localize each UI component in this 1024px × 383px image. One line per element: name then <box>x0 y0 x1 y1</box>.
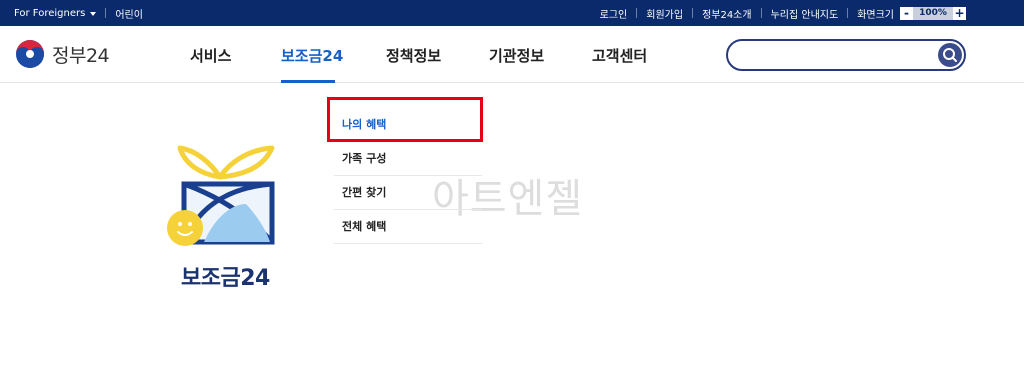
nav-policy-info[interactable]: 정책정보 <box>386 45 441 66</box>
nav-services[interactable]: 서비스 <box>190 45 231 66</box>
hero-title: 보조금24 <box>181 266 270 291</box>
top-left-links: For Foreigners 어린이 <box>14 0 143 26</box>
nav-active-indicator <box>281 80 335 83</box>
zoom-value: 100% <box>913 6 953 20</box>
search-icon <box>943 48 957 62</box>
about-link[interactable]: 정부24소개 <box>702 6 752 21</box>
zoom-in-button[interactable]: + <box>953 6 966 20</box>
submenu-all-benefits[interactable]: 전체 혜택 <box>334 210 482 244</box>
nav-customer-center[interactable]: 고객센터 <box>592 45 647 66</box>
submenu-family-composition[interactable]: 가족 구성 <box>334 142 482 176</box>
submenu-quick-search[interactable]: 간편 찾기 <box>334 176 482 210</box>
zoom-out-button[interactable]: - <box>900 6 913 20</box>
for-foreigners-label: For Foreigners <box>14 7 86 19</box>
kids-link[interactable]: 어린이 <box>115 6 143 21</box>
search-box <box>726 39 966 71</box>
top-right-links: 로그인 회원가입 정부24소개 누리집 안내지도 화면크기 - 100% + <box>600 0 966 26</box>
zoom-control: - 100% + <box>900 6 966 20</box>
nav-agency-info[interactable]: 기관정보 <box>489 45 544 66</box>
login-link[interactable]: 로그인 <box>600 6 628 21</box>
signup-link[interactable]: 회원가입 <box>646 6 683 21</box>
search-button[interactable] <box>938 43 962 67</box>
divider <box>692 8 694 18</box>
main-header: 정부24 서비스 보조금24 정책정보 기관정보 고객센터 <box>0 26 1024 83</box>
highlight-annotation-box <box>327 97 483 142</box>
sitemap-link[interactable]: 누리집 안내지도 <box>771 6 839 21</box>
subsidy-illustration <box>167 145 275 246</box>
logo-text: 정부24 <box>52 44 110 67</box>
divider <box>760 8 762 18</box>
for-foreigners-link[interactable]: For Foreigners <box>14 7 97 19</box>
top-utility-bar: For Foreigners 어린이 로그인 회원가입 정부24소개 누리집 안… <box>0 0 1024 26</box>
search-input[interactable] <box>742 46 932 64</box>
chevron-down-icon <box>90 11 97 16</box>
taegeuk-logo-icon <box>16 40 44 68</box>
nav-subsidy24[interactable]: 보조금24 <box>281 45 343 66</box>
zoom-label: 화면크기 <box>857 9 894 21</box>
divider <box>847 8 849 18</box>
site-logo[interactable]: 정부24 <box>15 39 110 69</box>
divider <box>636 8 638 18</box>
divider <box>105 8 107 18</box>
